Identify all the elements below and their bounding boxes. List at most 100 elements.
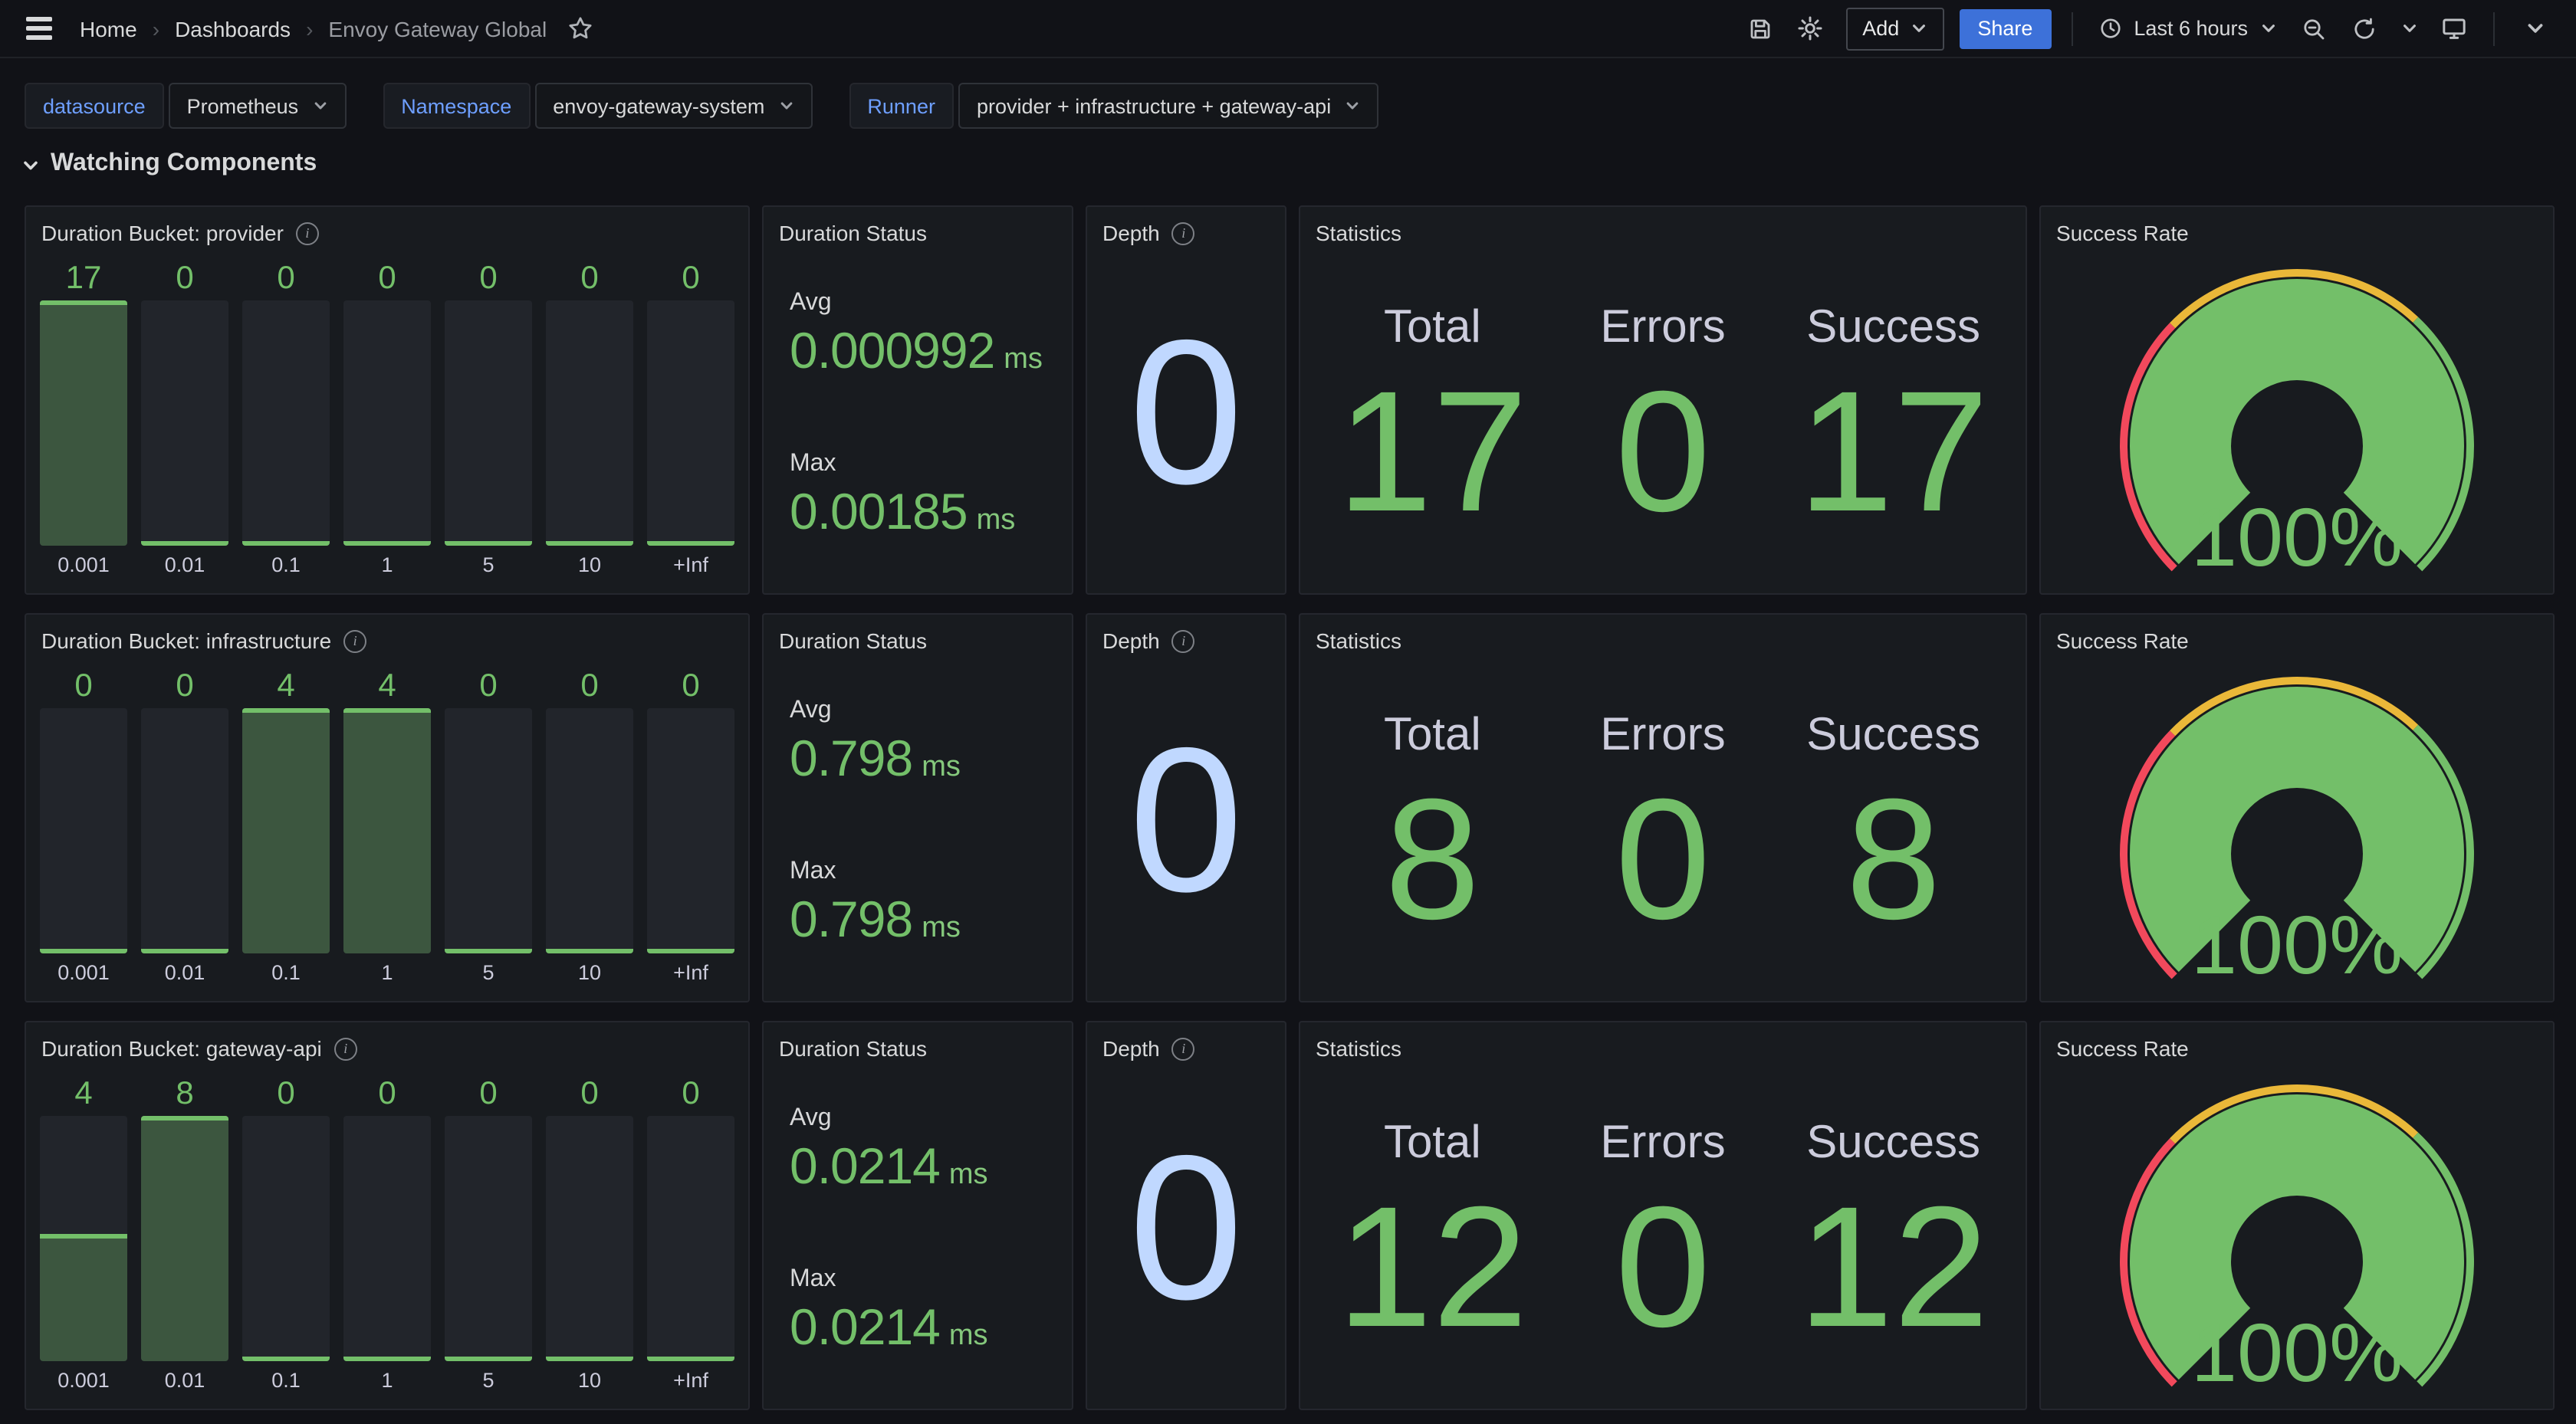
clock-icon [2098,17,2121,40]
bar-track [445,300,532,546]
max-value: 0.798 [790,891,912,949]
datasource-filter-value[interactable]: Prometheus [169,83,347,129]
panel-title: Success Rate [2056,628,2189,655]
duration-status-body: Avg 0.798ms Max 0.798ms [764,645,1072,1001]
bar-x-label: 10 [546,953,633,995]
refresh-icon[interactable] [2344,8,2384,48]
save-dashboard-icon[interactable] [1740,8,1779,48]
depth-body: 0 [1087,1050,1285,1409]
stat-success: Success 8 [1806,710,1980,939]
bar-x-label: 5 [445,953,532,995]
stat-success: Success 17 [1798,303,1989,531]
avg-label: Avg [790,697,1072,725]
info-icon[interactable]: i [334,1038,357,1061]
dashboard-settings-gear-icon[interactable] [1790,8,1830,48]
duration-bucket-chart: 170.00100.0100.101050100+Inf [26,250,748,593]
info-icon[interactable]: i [296,222,319,245]
gauge-svg: 100% [2119,268,2475,578]
kiosk-monitor-icon[interactable] [2433,8,2473,48]
stat-label: Success [1806,1118,1980,1170]
avg-stat: Avg 0.000992ms [790,290,1072,380]
max-value: 0.0214 [790,1298,940,1357]
bar-value-label: 0 [343,256,431,300]
max-value: 0.00185 [790,483,968,541]
panel-header[interactable]: Duration Bucket: infrastructure i [26,615,748,658]
bar-fill [40,300,127,546]
bar-x-label: 0.1 [242,546,330,587]
bucket-bar: 40.1 [242,664,330,995]
avg-unit: ms [922,751,961,785]
bar-value-label: 0 [242,1071,330,1116]
bar-track [647,1116,734,1361]
bar-cap [141,541,228,546]
bar-x-label: 0.01 [141,1361,228,1403]
time-range-picker[interactable]: Last 6 hours [2092,8,2283,48]
panel-header[interactable]: Duration Bucket: gateway-api i [26,1022,748,1065]
bar-value-label: 0 [647,1071,734,1116]
avg-unit: ms [1004,343,1043,377]
statistics-body: Total 8 Errors 0 Success 8 [1300,648,2026,1001]
stat-value: 0 [1615,373,1711,531]
bar-fill [242,708,330,953]
bucket-bar: 010 [546,664,633,995]
bar-track [445,1116,532,1361]
bucket-bar: 0+Inf [647,1071,734,1403]
panel-title: Duration Bucket: provider [41,221,284,248]
bar-cap [647,1357,734,1361]
namespace-filter-label[interactable]: Namespace [383,83,530,129]
bar-track [141,300,228,546]
bar-cap [343,708,431,713]
runner-filter-value[interactable]: provider + infrastructure + gateway-api [958,83,1378,129]
runner-filter-label[interactable]: Runner [849,83,954,129]
duration-bucket-chart: 00.00100.0140.141050100+Inf [26,658,748,1001]
breadcrumb-separator-icon: › [306,16,313,41]
breadcrumb-dashboards[interactable]: Dashboards [175,16,291,41]
bar-value-label: 0 [242,256,330,300]
gauge-value-text: 100% [2191,1306,2403,1393]
breadcrumb-current-dashboard[interactable]: Envoy Gateway Global [328,16,547,41]
breadcrumb: Home › Dashboards › Envoy Gateway Global [80,16,547,41]
bar-value-label: 0 [141,664,228,708]
bar-fill [141,1116,228,1361]
panel-duration-status-provider: Duration Status Avg 0.000992ms Max 0.001… [762,205,1073,595]
chevron-down-icon [312,98,327,113]
panel-header[interactable]: Success Rate [2041,207,2553,250]
collapse-topbar-chevron-icon[interactable] [2515,8,2555,48]
bar-cap [546,1357,633,1361]
share-button[interactable]: Share [1959,8,2051,48]
bar-track [647,300,734,546]
avg-value: 0.0214 [790,1137,940,1196]
topbar-actions: Add Share Last 6 hours [1740,7,2555,50]
stat-success: Success 12 [1798,1118,1989,1347]
refresh-interval-chevron-icon[interactable] [2395,8,2423,48]
row-section-watching-components[interactable]: Watching Components [0,129,2576,193]
zoom-out-time-icon[interactable] [2294,8,2334,48]
breadcrumb-home[interactable]: Home [80,16,137,41]
bar-cap [242,1357,330,1361]
gauge-value-text: 100% [2191,898,2403,986]
namespace-filter-value[interactable]: envoy-gateway-system [534,83,812,129]
bucket-bar: 00.01 [141,664,228,995]
panel-header[interactable]: Success Rate [2041,615,2553,658]
bucket-bar: 40.001 [40,1071,127,1403]
stat-total: Total 17 [1337,303,1528,531]
datasource-filter-label[interactable]: datasource [25,83,164,129]
bar-x-label: 1 [343,1361,431,1403]
bar-track [546,300,633,546]
bar-x-label: +Inf [647,953,734,995]
info-icon[interactable]: i [343,630,366,653]
avg-unit: ms [949,1159,988,1193]
panel-header[interactable]: Duration Bucket: provider i [26,207,748,250]
add-button[interactable]: Add [1845,7,1944,50]
menu-icon[interactable] [15,7,61,50]
filter-datasource: datasource Prometheus [25,83,346,129]
panel-header[interactable]: Success Rate [2041,1022,2553,1065]
bar-x-label: 0.1 [242,1361,330,1403]
favorite-star-icon[interactable] [567,15,593,41]
top-nav-bar: Home › Dashboards › Envoy Gateway Global… [0,0,2576,58]
bar-cap [40,1234,127,1239]
max-stat: Max 0.00185ms [790,451,1072,541]
add-button-label: Add [1862,17,1899,40]
divider [2071,11,2072,45]
statistics-body: Total 12 Errors 0 Success 12 [1300,1056,2026,1409]
